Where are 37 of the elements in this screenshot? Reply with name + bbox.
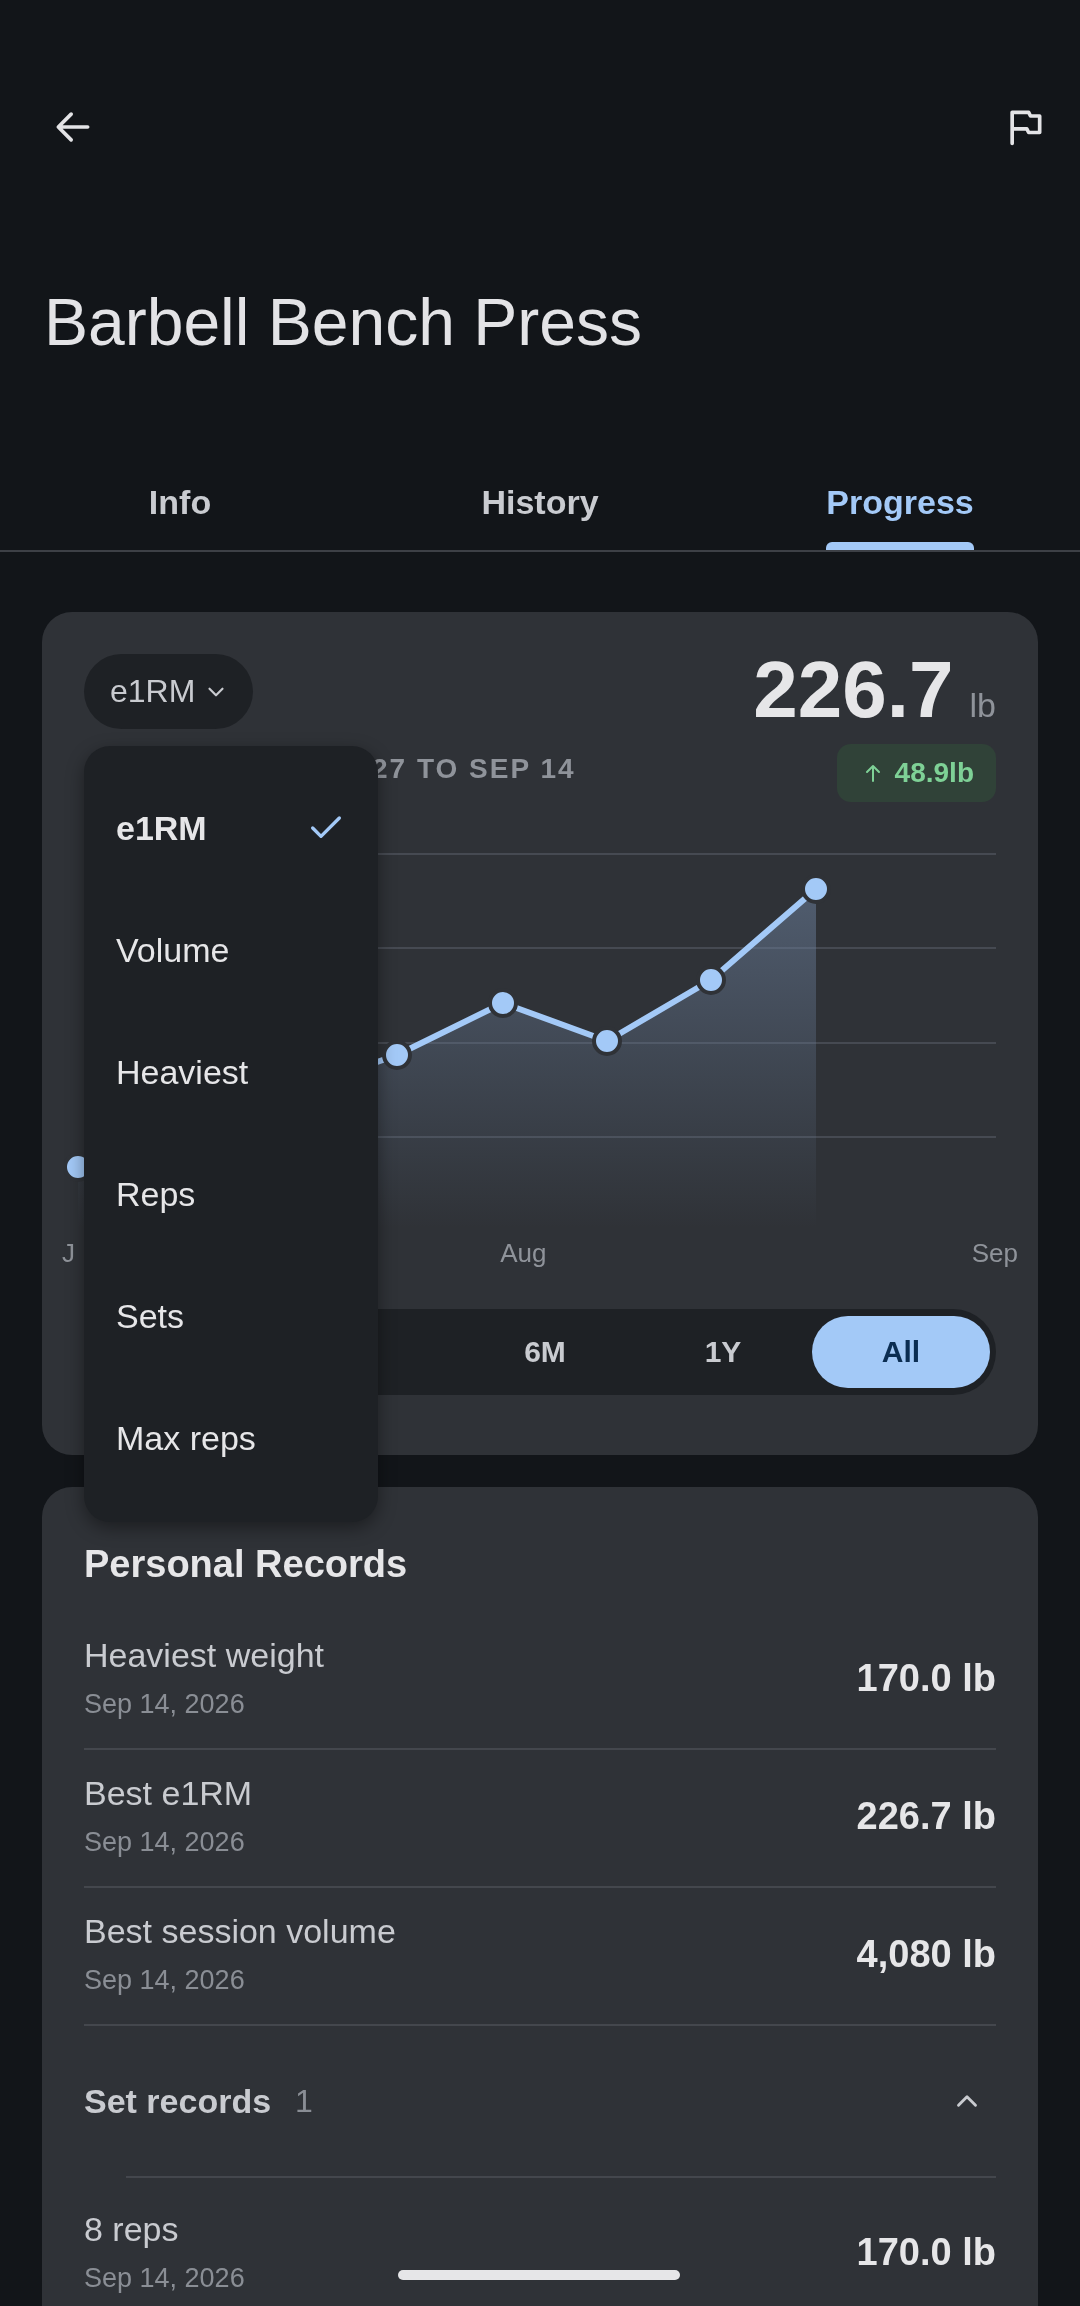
record-label: Heaviest weight	[84, 1636, 324, 1675]
section-title: Personal Records	[84, 1543, 409, 1586]
menu-item[interactable]: Sets	[84, 1255, 378, 1377]
period-option[interactable]: All	[812, 1316, 990, 1388]
record-count: 1	[295, 2082, 314, 2120]
tab[interactable]: History	[360, 483, 720, 550]
period-option[interactable]: 6M	[456, 1316, 634, 1388]
menu-item[interactable]: Reps	[84, 1133, 378, 1255]
axis-label: Sep	[971, 1238, 1018, 1269]
record-label: 8 reps	[84, 2210, 180, 2249]
record-label: Best session volume	[84, 1912, 396, 1951]
current-value: 226.7	[753, 650, 954, 730]
tab[interactable]: Progress	[720, 483, 1080, 550]
menu-item[interactable]: Volume	[84, 889, 378, 1011]
record-date: Sep 14, 2026	[84, 1827, 246, 1858]
unit-label: lb	[969, 686, 996, 725]
record-value: 4,080 lb	[856, 1932, 996, 1976]
axis-label: Aug	[500, 1238, 547, 1269]
exercise-title: Barbell Bench Press	[43, 284, 643, 355]
menu-item[interactable]: e1RM	[84, 767, 378, 889]
axis-label: J	[62, 1238, 75, 1269]
data-point	[696, 965, 726, 995]
record-value: 170.0 lb	[856, 1656, 996, 1700]
menu-item[interactable]: Heaviest	[84, 1011, 378, 1133]
metric-dropdown[interactable]: e1RM	[84, 654, 254, 729]
data-point	[382, 1040, 412, 1070]
record-value: 226.7 lb	[856, 1794, 996, 1838]
change-badge: 48.9lb	[836, 744, 996, 802]
record-date: Sep 14, 2026	[84, 2263, 245, 2294]
record-date: Sep 14, 2026	[84, 1689, 246, 1720]
period-option[interactable]: 1Y	[634, 1316, 812, 1388]
record-value: 170.0 lb	[856, 2230, 996, 2274]
menu-item[interactable]: Max reps	[84, 1377, 378, 1499]
record-label: Best e1RM	[84, 1774, 253, 1813]
tab[interactable]: Info	[0, 483, 360, 550]
record-date: Sep 14, 2026	[84, 1965, 246, 1996]
set-records-header[interactable]: Set records 1	[84, 2026, 996, 2176]
